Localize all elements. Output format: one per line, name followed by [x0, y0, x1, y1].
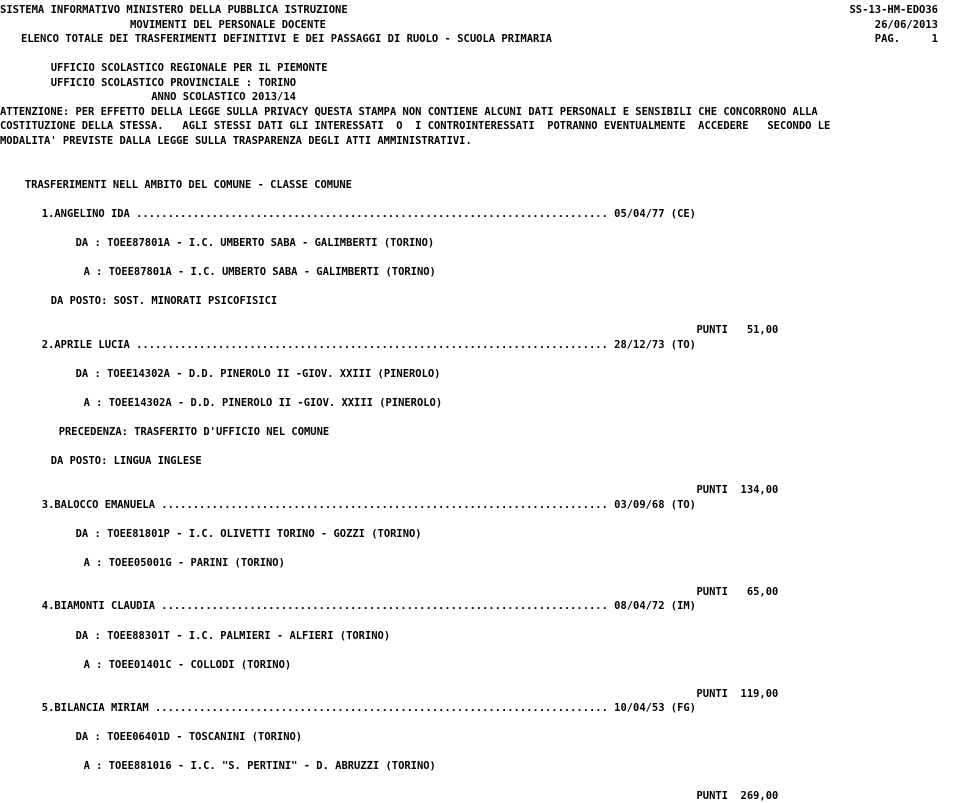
entry-name-line: 3.BALOCCO EMANUELA .....................… — [41, 498, 696, 511]
school-year: ANNO SCOLASTICO 2013/14 — [151, 91, 296, 104]
entry-to-line: A : TOEE881016 - I.C. "S. PERTINI" - D. … — [83, 760, 436, 773]
entry-from-line: DA : TOEE88301T - I.C. PALMIERI - ALFIER… — [75, 629, 391, 642]
entry-to-line: A : TOEE14302A - D.D. PINEROLO II -GIOV.… — [83, 396, 443, 409]
entry-to-line: A : TOEE01401C - COLLODI (TORINO) — [83, 658, 292, 671]
entry-points: PUNTI 65,00 — [696, 585, 779, 598]
section-title: TRASFERIMENTI NELL AMBITO DEL COMUNE - C… — [24, 178, 352, 191]
entry-from-line: DA : TOEE87801A - I.C. UMBERTO SABA - GA… — [75, 236, 435, 249]
entry-from-post: DA POSTO: SOST. MINORATI PSICOFISICI — [50, 294, 278, 307]
entry-name-line: 1.ANGELINO IDA .........................… — [41, 207, 696, 220]
header-line-3: ELENCO TOTALE DEI TRASFERIMENTI DEFINITI… — [0, 32, 960, 47]
privacy-notice-line-3: MODALITA' PREVISTE DALLA LEGGE SULLA TRA… — [0, 134, 472, 147]
page-number: PAG. 1 — [874, 33, 938, 46]
entry-points: PUNTI 269,00 — [696, 789, 779, 802]
system-title: SISTEMA INFORMATIVO MINISTERO DELLA PUBB… — [0, 4, 348, 16]
privacy-notice-line-1: ATTENZIONE: PER EFFETTO DELLA LEGGE SULL… — [0, 105, 818, 118]
report-code: SS-13-HM-EDO36 — [849, 4, 938, 16]
office-regional: UFFICIO SCOLASTICO REGIONALE PER IL PIEM… — [50, 62, 328, 75]
entry-points: PUNTI 119,00 — [696, 687, 779, 700]
entry-points: PUNTI 134,00 — [696, 484, 779, 497]
report-description: ELENCO TOTALE DEI TRASFERIMENTI DEFINITI… — [21, 33, 553, 46]
report-subtitle: MOVIMENTI DEL PERSONALE DOCENTE — [130, 18, 326, 31]
privacy-notice-line-2: COSTITUZIONE DELLA STESSA. AGLI STESSI D… — [0, 120, 831, 133]
entry-from-line: DA : TOEE06401D - TOSCANINI (TORINO) — [75, 731, 303, 744]
entry-to-line: A : TOEE87801A - I.C. UMBERTO SABA - GAL… — [83, 265, 436, 278]
header-line-1: SISTEMA INFORMATIVO MINISTERO DELLA PUBB… — [0, 3, 960, 18]
entry-precedence: PRECEDENZA: TRASFERITO D'UFFICIO NEL COM… — [58, 425, 330, 438]
entry-from-line: DA : TOEE81801P - I.C. OLIVETTI TORINO -… — [75, 527, 422, 540]
entry-to-line: A : TOEE05001G - PARINI (TORINO) — [83, 556, 285, 569]
entry-from-line: DA : TOEE14302A - D.D. PINEROLO II -GIOV… — [75, 367, 441, 380]
entry-name-line: 4.BIAMONTI CLAUDIA .....................… — [41, 600, 696, 613]
header-line-2: MOVIMENTI DEL PERSONALE DOCENTE 26/06/20… — [0, 18, 960, 33]
report-page: SISTEMA INFORMATIVO MINISTERO DELLA PUBB… — [0, 0, 960, 802]
entry-from-post: DA POSTO: LINGUA INGLESE — [50, 454, 202, 467]
entry-points: PUNTI 51,00 — [696, 324, 779, 337]
report-date: 26/06/2013 — [874, 18, 938, 31]
entry-name-line: 5.BILANCIA MIRIAM ......................… — [41, 702, 696, 715]
entry-name-line: 2.APRILE LUCIA .........................… — [41, 338, 696, 351]
report-body: SISTEMA INFORMATIVO MINISTERO DELLA PUBB… — [0, 3, 960, 803]
office-provincial: UFFICIO SCOLASTICO PROVINCIALE : TORINO — [50, 76, 297, 89]
